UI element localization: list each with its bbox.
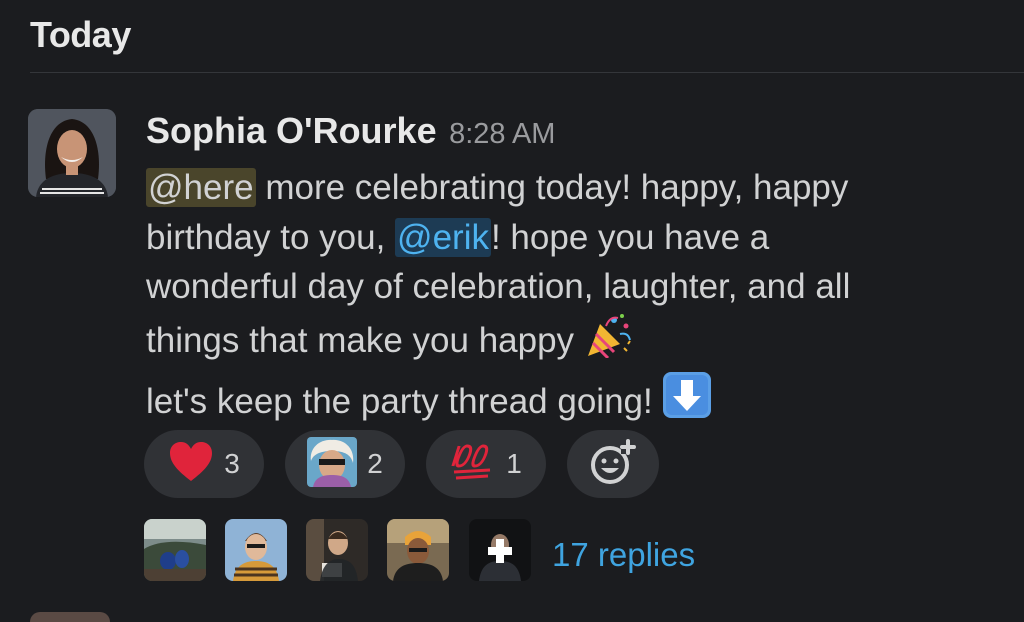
message-text-segment: birthday to you, <box>146 217 396 257</box>
mention-here[interactable]: @here <box>146 168 256 207</box>
party-popper-icon <box>584 312 632 372</box>
message-text: @here more celebrating today! happy, hap… <box>146 163 1006 433</box>
add-reaction-icon <box>589 438 637 491</box>
message-text-segment: things that make you happy <box>146 320 584 360</box>
message-timestamp[interactable]: 8:28 AM <box>449 118 555 150</box>
participant-avatar[interactable] <box>144 519 206 581</box>
participant-avatar[interactable] <box>225 519 287 581</box>
message-header: Sophia O'Rourke 8:28 AM <box>146 110 555 152</box>
message-text-segment: wonderful day of celebration, laughter, … <box>146 267 851 306</box>
hundred-points-icon <box>450 442 496 487</box>
participant-avatar[interactable] <box>387 519 449 581</box>
message-text-segment: ! hope you have a <box>490 217 770 257</box>
heart-icon <box>168 441 214 488</box>
day-divider-line <box>30 72 1024 73</box>
mention-user-erik[interactable]: @erik <box>395 217 491 257</box>
participant-avatar[interactable] <box>306 519 368 581</box>
person-photo-emoji-icon <box>307 436 358 492</box>
day-divider-label: Today <box>30 14 131 55</box>
reaction-person-photo[interactable]: 2 <box>285 430 405 498</box>
reaction-hundred[interactable]: 1 <box>426 430 546 498</box>
participant-avatar[interactable] <box>469 519 531 581</box>
thread-replies-link[interactable]: 17 replies <box>552 536 695 574</box>
sender-avatar[interactable] <box>28 109 116 197</box>
sender-name[interactable]: Sophia O'Rourke <box>146 110 437 151</box>
reaction-count: 3 <box>224 448 240 479</box>
message-text-segment: more celebrating today! happy, happy <box>255 168 849 207</box>
next-message-avatar <box>30 612 110 622</box>
reaction-heart[interactable]: 3 <box>144 430 264 498</box>
add-reaction-button[interactable] <box>567 430 659 498</box>
down-arrow-emoji-icon <box>662 371 712 433</box>
reaction-count: 1 <box>506 448 522 479</box>
message-text-segment: let's keep the party thread going! <box>146 382 663 421</box>
reaction-count: 2 <box>367 448 383 479</box>
